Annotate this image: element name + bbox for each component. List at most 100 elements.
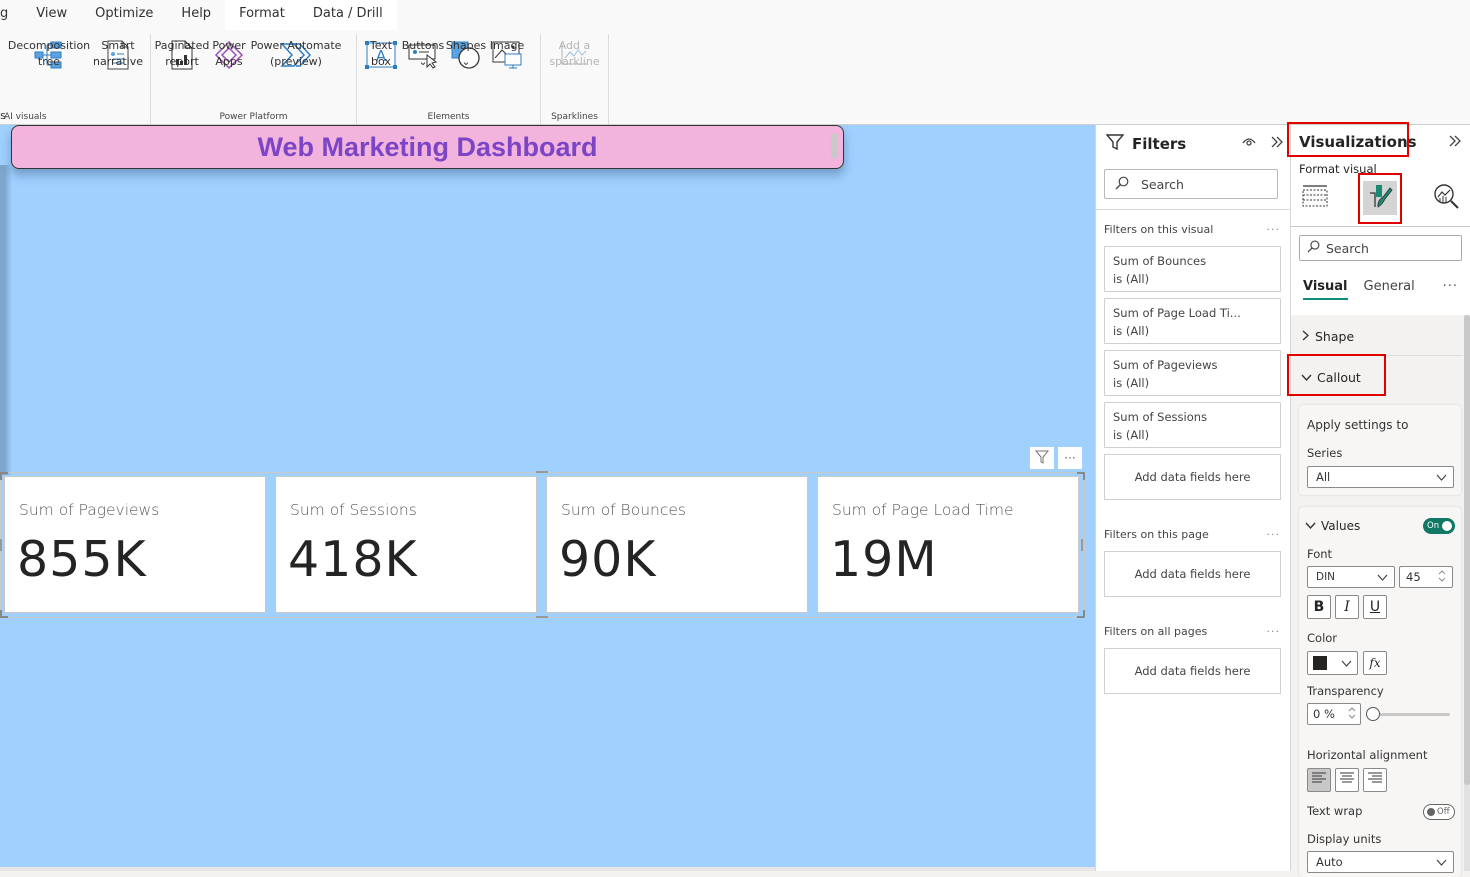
stepper-arrows-icon[interactable] bbox=[1438, 569, 1446, 586]
card-value: 855K bbox=[17, 531, 147, 588]
power-automate-button[interactable]: Power Automate (preview) bbox=[249, 34, 343, 124]
card-value: 90K bbox=[559, 531, 657, 588]
filter-card[interactable]: Sum of Bounces is (All) bbox=[1104, 246, 1281, 292]
analytics-magnifier-icon bbox=[1432, 182, 1460, 214]
group-ai-visuals: s Decomposition tree Smart narrative AI … bbox=[0, 34, 151, 124]
card-value: 19M bbox=[830, 531, 938, 588]
transparency-slider-knob[interactable] bbox=[1366, 707, 1380, 721]
text-wrap-label: Text wrap bbox=[1307, 804, 1363, 818]
dashboard-title-shape[interactable]: Web Marketing Dashboard bbox=[11, 125, 844, 169]
add-all-pages-filter-dropzone[interactable]: Add data fields here bbox=[1104, 648, 1281, 694]
resize-handle-bottom[interactable] bbox=[536, 616, 548, 618]
buttons-button[interactable]: Buttons ⌄ bbox=[401, 34, 445, 124]
add-page-filter-dropzone[interactable]: Add data fields here bbox=[1104, 551, 1281, 597]
text-box-button[interactable]: A Text box bbox=[361, 34, 401, 124]
shapes-button[interactable]: Shapes ⌄ bbox=[445, 34, 487, 124]
card-bounces[interactable]: Sum of Bounces 90K bbox=[546, 476, 808, 613]
add-visual-filter-dropzone[interactable]: Add data fields here bbox=[1104, 454, 1281, 500]
stepper-arrows-icon[interactable] bbox=[1348, 706, 1356, 723]
filter-card[interactable]: Sum of Page Load Ti... is (All) bbox=[1104, 298, 1281, 344]
power-apps-label: Power Apps bbox=[212, 39, 246, 68]
values-toggle[interactable]: On bbox=[1423, 518, 1455, 534]
group-elements: A Text box Buttons ⌄ Shapes ⌄ Image Elem… bbox=[357, 34, 541, 124]
transparency-value: 0 % bbox=[1313, 707, 1335, 721]
visual-filter-button[interactable] bbox=[1030, 447, 1054, 469]
tab-help[interactable]: Help bbox=[167, 0, 225, 30]
smart-narrative-button[interactable]: Smart narrative bbox=[92, 34, 144, 124]
power-automate-label: Power Automate (preview) bbox=[250, 39, 342, 68]
power-apps-button[interactable]: Power Apps bbox=[209, 34, 249, 124]
filters-on-page-header: Filters on this page ··· bbox=[1104, 528, 1280, 541]
tab-format[interactable]: Format bbox=[225, 0, 299, 30]
card-label: Sum of Sessions bbox=[290, 501, 417, 519]
filters-search-input[interactable]: Search bbox=[1104, 169, 1278, 199]
paginated-report-label: Paginated report bbox=[154, 39, 210, 68]
font-family-dropdown[interactable]: DIN bbox=[1307, 566, 1395, 588]
series-dropdown[interactable]: All bbox=[1307, 466, 1454, 488]
tab-visual[interactable]: Visual bbox=[1303, 279, 1348, 300]
italic-button[interactable]: I bbox=[1335, 595, 1359, 619]
card-pageviews[interactable]: Sum of Pageviews 855K bbox=[4, 476, 266, 613]
search-icon bbox=[1307, 240, 1320, 256]
align-center-button[interactable] bbox=[1335, 768, 1359, 792]
more-options-icon[interactable]: ··· bbox=[1267, 625, 1281, 638]
display-units-dropdown[interactable]: Auto bbox=[1307, 851, 1454, 873]
canvas-bottom-scrollbar[interactable] bbox=[0, 867, 1095, 871]
more-options-icon[interactable]: ··· bbox=[1267, 528, 1281, 541]
values-toggle-text: On bbox=[1427, 521, 1440, 531]
collapse-filters-icon[interactable] bbox=[1270, 135, 1284, 153]
filters-header: Filters bbox=[1105, 133, 1186, 155]
card-page-load-time[interactable]: Sum of Page Load Time 19M bbox=[817, 476, 1079, 613]
resize-handle-top[interactable] bbox=[536, 471, 548, 473]
paginated-report-button[interactable]: Paginated report bbox=[155, 34, 209, 124]
color-picker[interactable] bbox=[1307, 651, 1358, 675]
align-right-button[interactable] bbox=[1363, 768, 1387, 792]
values-label: Values bbox=[1321, 519, 1361, 533]
align-left-icon bbox=[1311, 771, 1327, 789]
bold-button[interactable]: B bbox=[1307, 595, 1331, 619]
group-sparklines: Add a sparkline Sparklines bbox=[541, 34, 609, 124]
add-sparkline-button[interactable]: Add a sparkline bbox=[545, 34, 604, 124]
card-sessions[interactable]: Sum of Sessions 418K bbox=[275, 476, 537, 613]
tab-general[interactable]: General bbox=[1364, 279, 1415, 300]
visual-more-options-button[interactable]: ··· bbox=[1058, 447, 1082, 469]
collapse-visualizations-icon[interactable] bbox=[1448, 134, 1462, 152]
filter-card[interactable]: Sum of Pageviews is (All) bbox=[1104, 350, 1281, 396]
tab-optimize[interactable]: Optimize bbox=[81, 0, 167, 30]
transparency-stepper[interactable]: 0 % bbox=[1307, 703, 1361, 725]
image-button[interactable]: Image bbox=[487, 34, 527, 124]
decomposition-tree-button[interactable]: Decomposition tree bbox=[6, 34, 92, 124]
text-box-label: Text box bbox=[369, 39, 393, 68]
resize-handle-right[interactable] bbox=[1081, 539, 1083, 551]
eye-icon[interactable] bbox=[1242, 135, 1256, 153]
filter-card[interactable]: Sum of Sessions is (All) bbox=[1104, 402, 1281, 448]
section-shape[interactable]: Shape bbox=[1301, 329, 1354, 344]
image-label: Image bbox=[489, 39, 525, 52]
conditional-format-fx-button[interactable]: fx bbox=[1363, 651, 1387, 675]
filter-state: is (All) bbox=[1113, 272, 1150, 286]
visualizations-search-input[interactable]: Search bbox=[1299, 235, 1462, 261]
values-section-header[interactable]: Values bbox=[1305, 519, 1360, 533]
group-label-elements: Elements bbox=[427, 112, 470, 122]
more-options-icon[interactable]: ··· bbox=[1267, 223, 1281, 236]
text-wrap-toggle[interactable]: Off bbox=[1423, 804, 1455, 820]
underline-button[interactable]: U bbox=[1363, 595, 1387, 619]
align-left-button[interactable] bbox=[1307, 768, 1331, 792]
align-center-icon bbox=[1339, 771, 1355, 789]
apply-settings-label: Apply settings to bbox=[1307, 418, 1409, 432]
report-canvas[interactable]: Web Marketing Dashboard ··· Sum of Pagev… bbox=[0, 125, 1095, 867]
filters-pane: Filters Search Filters on this visual ··… bbox=[1095, 125, 1291, 871]
tab-partial[interactable]: g bbox=[0, 0, 22, 30]
more-options-icon[interactable]: ··· bbox=[1443, 279, 1458, 294]
format-pane-scrollbar[interactable] bbox=[1464, 315, 1470, 871]
filters-search-placeholder: Search bbox=[1141, 176, 1184, 192]
resize-handle-left[interactable] bbox=[0, 539, 2, 551]
analytics-button[interactable] bbox=[1429, 181, 1463, 215]
build-visual-button[interactable] bbox=[1298, 181, 1332, 215]
tab-view[interactable]: View bbox=[22, 0, 81, 30]
tab-data-drill[interactable]: Data / Drill bbox=[298, 0, 397, 30]
font-size-stepper[interactable]: 45 bbox=[1399, 566, 1453, 588]
title-resize-handle[interactable] bbox=[831, 134, 837, 158]
scrollbar-thumb[interactable] bbox=[1464, 315, 1470, 785]
filter-state: is (All) bbox=[1113, 376, 1150, 390]
